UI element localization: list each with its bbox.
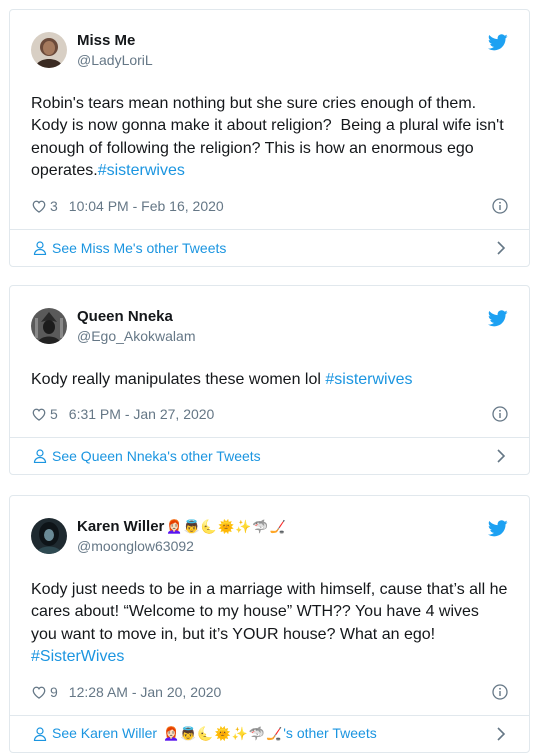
chevron-right-icon — [497, 727, 506, 741]
person-icon — [33, 727, 47, 741]
tweet-text: Robin's tears mean nothing but she sure … — [31, 93, 508, 183]
tweet-header: Miss Me @LadyLoriL — [31, 28, 508, 72]
tweet-text: Kody really manipulates these women lol … — [31, 369, 508, 391]
tweet-header: Queen Nneka @Ego_Akokwalam — [31, 304, 508, 348]
handle[interactable]: @Ego_Akokwalam — [77, 327, 196, 345]
footer-prefix: See Karen Willer — [52, 725, 161, 742]
tweet-card: Queen Nneka @Ego_Akokwalam Kody really m… — [9, 285, 530, 476]
hashtag-link[interactable]: #sisterwives — [325, 371, 412, 388]
like-count: 3 — [50, 197, 58, 214]
heart-icon[interactable] — [31, 199, 47, 213]
tweet-meta: 3 10:04 PM - Feb 16, 2020 — [31, 196, 508, 216]
info-icon[interactable] — [492, 197, 508, 214]
see-other-tweets-link[interactable]: See Queen Nneka's other Tweets — [10, 437, 529, 474]
chevron-right-icon — [497, 241, 506, 255]
tweet-card: Karen Willer 👩🏻‍🦰👼🌜🌞✨🦈🏒 @moonglow63092 Ko… — [9, 495, 530, 753]
hashtag-link[interactable]: #SisterWives — [31, 648, 124, 665]
person-icon — [33, 241, 47, 255]
info-icon[interactable] — [492, 406, 508, 423]
avatar[interactable] — [31, 308, 67, 344]
heart-icon[interactable] — [31, 407, 47, 422]
handle[interactable]: @LadyLoriL — [77, 51, 153, 69]
see-other-tweets-link[interactable]: See Karen Willer 👩🏻‍🦰👼🌜🌞✨🦈🏒's other Twee… — [10, 714, 529, 752]
tweet-text: Kody just needs to be in a marriage with… — [31, 579, 508, 669]
person-icon — [33, 449, 47, 464]
tweet-header: Karen Willer 👩🏻‍🦰👼🌜🌞✨🦈🏒 @moonglow63092 — [31, 514, 508, 558]
heart-icon[interactable] — [31, 685, 47, 699]
info-icon[interactable] — [492, 683, 508, 700]
tweet-card: Miss Me @LadyLoriL Robin's tears mean no… — [9, 9, 530, 267]
twitter-bird-icon[interactable] — [488, 34, 508, 51]
display-name[interactable]: Queen Nneka — [77, 307, 196, 327]
timestamp[interactable]: 12:28 AM - Jan 20, 2020 — [69, 684, 222, 700]
footer-emojis: 👩🏻‍🦰👼🌜🌞✨🦈🏒 — [162, 726, 284, 742]
tweet-text-body: Kody just needs to be in a marriage with… — [31, 581, 512, 643]
see-other-tweets-label: See Miss Me's other Tweets — [52, 239, 227, 256]
display-name[interactable]: Miss Me — [77, 31, 153, 51]
like-count: 9 — [50, 683, 58, 700]
tweet-meta: 5 6:31 PM - Jan 27, 2020 — [31, 404, 508, 424]
handle[interactable]: @moonglow63092 — [77, 537, 287, 555]
name-emojis: 👩🏻‍🦰👼🌜🌞✨🦈🏒 — [166, 519, 287, 534]
avatar[interactable] — [31, 32, 67, 68]
display-name[interactable]: Karen Willer 👩🏻‍🦰👼🌜🌞✨🦈🏒 — [77, 517, 287, 537]
see-other-tweets-label: See Queen Nneka's other Tweets — [52, 448, 261, 465]
timestamp[interactable]: 10:04 PM - Feb 16, 2020 — [69, 198, 224, 214]
see-other-tweets-label: See Karen Willer 👩🏻‍🦰👼🌜🌞✨🦈🏒's other Twee… — [52, 725, 377, 742]
see-other-tweets-link[interactable]: See Miss Me's other Tweets — [10, 228, 529, 266]
avatar[interactable] — [31, 518, 67, 554]
timestamp[interactable]: 6:31 PM - Jan 27, 2020 — [69, 406, 215, 422]
twitter-bird-icon[interactable] — [488, 520, 508, 537]
twitter-bird-icon[interactable] — [488, 310, 508, 327]
tweet-text-body: Kody really manipulates these women lol — [31, 371, 326, 388]
footer-suffix: 's other Tweets — [283, 725, 377, 742]
like-count: 5 — [50, 406, 58, 423]
hashtag-link[interactable]: #sisterwives — [98, 162, 185, 179]
tweet-meta: 9 12:28 AM - Jan 20, 2020 — [31, 682, 508, 702]
chevron-right-icon — [497, 449, 506, 463]
display-name-text: Karen Willer — [77, 518, 165, 535]
